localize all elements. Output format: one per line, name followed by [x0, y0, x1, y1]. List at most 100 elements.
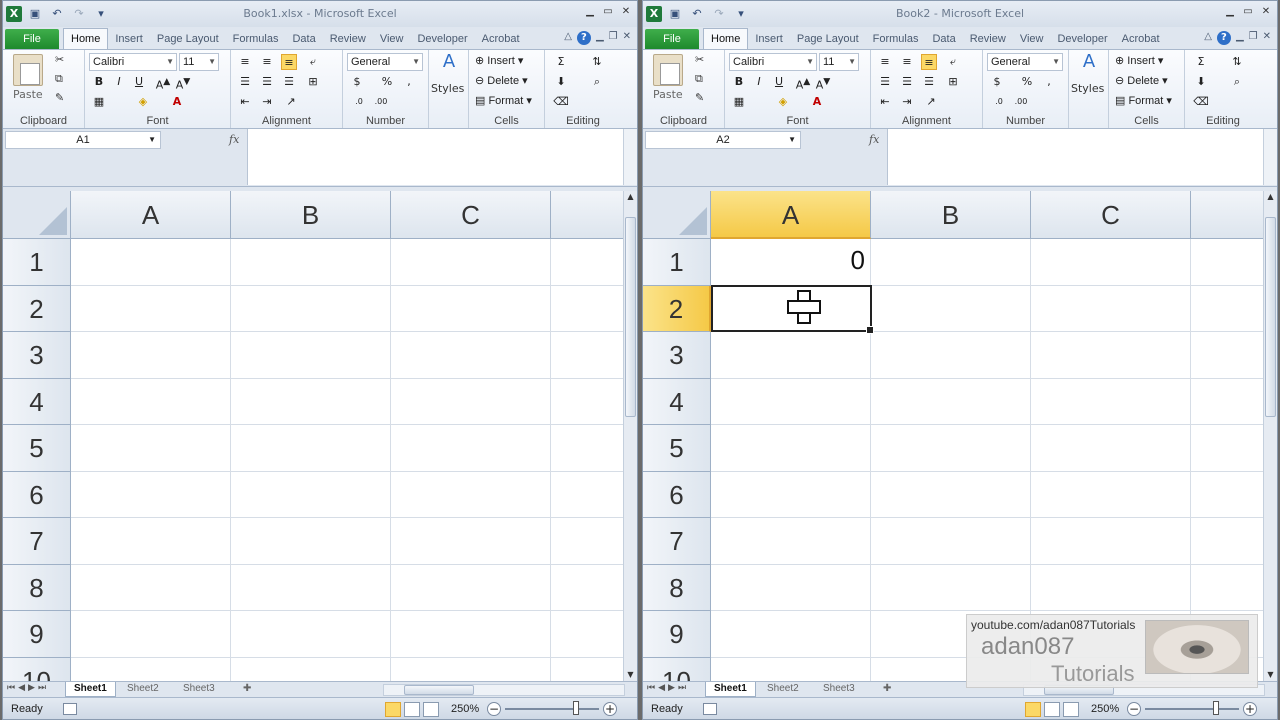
doc-close-icon[interactable]: ✕	[623, 31, 631, 45]
help-icon[interactable]: ?	[576, 31, 591, 45]
column-header-a[interactable]: A	[71, 191, 231, 239]
sheet-tab-sheet3[interactable]: Sheet3	[175, 682, 223, 697]
percent-icon[interactable]: %	[1019, 74, 1035, 90]
align-top-icon[interactable]: ≡	[877, 54, 893, 70]
tab-page-layout[interactable]: Page Layout	[790, 29, 866, 49]
underline-button[interactable]: U	[771, 74, 787, 90]
sheet-tab-sheet1[interactable]: Sheet1	[65, 682, 116, 697]
cut-icon[interactable]: ✂	[55, 53, 64, 66]
horizontal-scroll-thumb[interactable]	[404, 685, 474, 695]
row-header-3[interactable]: 3	[3, 332, 71, 379]
doc-minimize-icon[interactable]: ▁	[1236, 31, 1244, 45]
column-header-b[interactable]: B	[871, 191, 1031, 239]
align-right-icon[interactable]: ☰	[921, 74, 937, 90]
styles-icon[interactable]: A	[439, 53, 459, 76]
formula-bar-scroll[interactable]	[1263, 129, 1277, 185]
tab-formulas[interactable]: Formulas	[226, 29, 286, 49]
number-format-box[interactable]: General ▼	[987, 53, 1063, 71]
find-select-icon[interactable]: ⌕	[589, 74, 605, 90]
decrease-indent-icon[interactable]: ⇤	[237, 94, 253, 110]
fill-color-icon[interactable]: ◈	[775, 94, 791, 110]
tab-insert[interactable]: Insert	[108, 29, 150, 49]
shrink-font-icon[interactable]: A▼	[815, 74, 831, 92]
format-cells-button[interactable]: ▤ Format ▾	[475, 94, 532, 107]
increase-indent-icon[interactable]: ⇥	[259, 94, 275, 110]
normal-view-icon[interactable]	[1025, 702, 1041, 717]
orientation-icon[interactable]: ↗	[923, 94, 939, 110]
insert-function-icon[interactable]: fx	[229, 133, 239, 146]
tab-data[interactable]: Data	[285, 29, 322, 49]
italic-button[interactable]: I	[111, 74, 127, 90]
currency-icon[interactable]: $	[989, 74, 1005, 90]
formula-input[interactable]	[247, 129, 623, 185]
align-bottom-icon[interactable]: ≡	[281, 54, 297, 70]
paste-label[interactable]: Paste	[13, 88, 43, 101]
delete-cells-button[interactable]: ⊖ Delete ▾	[1115, 74, 1168, 87]
italic-button[interactable]: I	[751, 74, 767, 90]
row-header-6[interactable]: 6	[3, 471, 71, 518]
row-header-8[interactable]: 8	[643, 564, 711, 611]
row-header-8[interactable]: 8	[3, 564, 71, 611]
wrap-text-icon[interactable]: ⤶	[945, 54, 961, 70]
column-header-c[interactable]: C	[391, 191, 551, 239]
styles-label[interactable]: Styles	[1071, 82, 1104, 95]
font-color-icon[interactable]: A	[809, 94, 825, 110]
clear-icon[interactable]: ⌫	[1193, 94, 1209, 110]
select-all-button[interactable]	[643, 191, 711, 239]
underline-button[interactable]: U	[131, 74, 147, 90]
vertical-scrollbar[interactable]: ▲ ▼	[1263, 191, 1277, 681]
align-bottom-icon[interactable]: ≡	[921, 54, 937, 70]
row-header-10[interactable]: 10	[643, 657, 711, 681]
copy-icon[interactable]: ⧉	[55, 72, 63, 86]
zoom-level[interactable]: 250%	[451, 703, 479, 715]
font-color-icon[interactable]: A	[169, 94, 185, 110]
row-header-4[interactable]: 4	[643, 378, 711, 425]
comma-icon[interactable]: ,	[1041, 74, 1057, 90]
autosum-icon[interactable]: Σ	[1193, 54, 1209, 70]
macro-recording-icon[interactable]	[703, 703, 717, 715]
worksheet-grid[interactable]: A B C 1 2 3 4 5 6 7 8 9 10 0	[643, 191, 1265, 681]
font-name-box[interactable]: Calibri ▼	[729, 53, 817, 71]
zoom-level[interactable]: 250%	[1091, 703, 1119, 715]
close-icon[interactable]: ✕	[1259, 5, 1273, 19]
column-header-next[interactable]	[551, 191, 625, 239]
align-left-icon[interactable]: ☰	[237, 74, 253, 90]
vertical-scroll-thumb[interactable]	[1265, 217, 1276, 417]
worksheet-grid[interactable]: A B C 1 2 3 4 5 6 7 8 9 10	[3, 191, 625, 681]
close-icon[interactable]: ✕	[619, 5, 633, 19]
tab-file[interactable]: File	[5, 29, 59, 49]
row-header-1[interactable]: 1	[3, 239, 71, 286]
fill-icon[interactable]: ⬇	[1193, 74, 1209, 90]
increase-decimal-icon[interactable]: .0	[991, 94, 1007, 110]
decrease-indent-icon[interactable]: ⇤	[877, 94, 893, 110]
sheet-tab-sheet2[interactable]: Sheet2	[119, 682, 167, 697]
align-left-icon[interactable]: ☰	[877, 74, 893, 90]
paste-icon[interactable]	[653, 54, 683, 86]
collapse-ribbon-icon[interactable]: △	[1204, 31, 1212, 45]
tab-developer[interactable]: Developer	[410, 29, 474, 49]
percent-icon[interactable]: %	[379, 74, 395, 90]
align-center-icon[interactable]: ☰	[899, 74, 915, 90]
grow-font-icon[interactable]: A▲	[155, 74, 171, 92]
page-break-view-icon[interactable]	[423, 702, 439, 717]
doc-restore-icon[interactable]: ❐	[1249, 31, 1258, 45]
bold-button[interactable]: B	[91, 74, 107, 90]
orientation-icon[interactable]: ↗	[283, 94, 299, 110]
zoom-out-icon[interactable]: −	[1127, 702, 1141, 716]
font-name-box[interactable]: Calibri ▼	[89, 53, 177, 71]
align-right-icon[interactable]: ☰	[281, 74, 297, 90]
row-header-9[interactable]: 9	[643, 611, 711, 658]
tab-file[interactable]: File	[645, 29, 699, 49]
font-size-box[interactable]: 11 ▼	[179, 53, 219, 71]
align-middle-icon[interactable]: ≡	[259, 54, 275, 70]
name-box[interactable]: A1 ▼	[5, 131, 161, 149]
normal-view-icon[interactable]	[385, 702, 401, 717]
tab-view[interactable]: View	[1013, 29, 1051, 49]
formula-input[interactable]	[887, 129, 1263, 185]
tab-view[interactable]: View	[373, 29, 411, 49]
row-header-9[interactable]: 9	[3, 611, 71, 658]
format-painter-icon[interactable]: ✎	[695, 91, 704, 104]
autosum-icon[interactable]: Σ	[553, 54, 569, 70]
doc-restore-icon[interactable]: ❐	[609, 31, 618, 45]
borders-icon[interactable]: ▦	[91, 94, 107, 110]
